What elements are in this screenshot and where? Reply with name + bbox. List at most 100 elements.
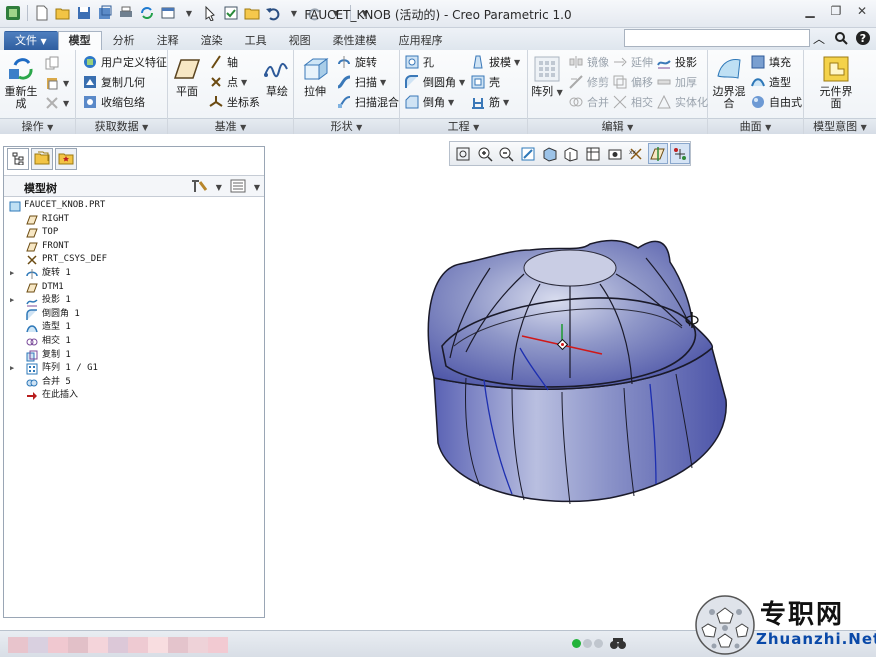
group-label-datum[interactable]: 基准 ▼ bbox=[168, 118, 293, 134]
tree-node-csys[interactable]: PRT_CSYS_DEF bbox=[6, 253, 262, 267]
boundary-blend-button[interactable]: 边界混合 bbox=[712, 54, 746, 110]
plane-button[interactable]: 平面 bbox=[170, 54, 204, 98]
saved-views-icon[interactable] bbox=[562, 143, 582, 164]
tree-node-style[interactable]: 造型 1 bbox=[6, 321, 262, 335]
tab-favorites[interactable] bbox=[55, 148, 77, 170]
group-label-model-intent[interactable]: 模型意图 ▼ bbox=[804, 118, 876, 134]
sketch-button[interactable]: 草绘 bbox=[260, 54, 294, 98]
merge-button[interactable]: 合并 bbox=[568, 93, 609, 111]
tree-columns-icon[interactable] bbox=[230, 178, 246, 197]
tree-node-dtm1[interactable]: DTM1 bbox=[6, 281, 262, 295]
tree-settings-dropdown-icon[interactable]: ▼ bbox=[216, 183, 222, 192]
restore-icon[interactable]: ❐ bbox=[828, 4, 844, 20]
search-input[interactable] bbox=[624, 29, 810, 47]
refit-icon[interactable] bbox=[453, 143, 473, 164]
expand-icon[interactable]: ▶ bbox=[10, 362, 18, 376]
pattern-button[interactable]: 阵列 ▼ bbox=[530, 54, 564, 99]
group-label-editing[interactable]: 编辑 ▼ bbox=[528, 118, 707, 134]
udf-button[interactable]: 用户定义特征 bbox=[82, 53, 167, 71]
group-label-get-data[interactable]: 获取数据 ▼ bbox=[76, 118, 167, 134]
swept-blend-button[interactable]: 扫描混合 bbox=[336, 93, 399, 111]
offset-button[interactable]: 偏移 bbox=[612, 73, 653, 91]
draft-button[interactable]: 拔模 ▼ bbox=[470, 53, 520, 71]
copy-geometry-button[interactable]: 复制几何 bbox=[82, 73, 145, 91]
perspective-icon[interactable] bbox=[605, 143, 625, 164]
regenerate-button[interactable]: 重新生成 bbox=[4, 54, 38, 110]
sweep-button[interactable]: 扫描 ▼ bbox=[336, 73, 386, 91]
tree-node-intersect[interactable]: 相交 1 bbox=[6, 335, 262, 349]
zoom-in-icon[interactable] bbox=[475, 143, 495, 164]
shrinkwrap-button[interactable]: 收缩包络 bbox=[82, 93, 145, 111]
rib-button[interactable]: 筋 ▼ bbox=[470, 93, 509, 111]
tab-model-tree[interactable] bbox=[7, 148, 29, 170]
csys-button[interactable]: 坐标系 bbox=[208, 93, 260, 111]
datum-display-icon[interactable]: xx bbox=[627, 143, 647, 164]
freestyle-button[interactable]: 自由式 bbox=[750, 93, 802, 111]
find-icon[interactable] bbox=[608, 636, 628, 652]
search-icon[interactable] bbox=[832, 29, 850, 47]
group-label-engineering[interactable]: 工程 ▼ bbox=[400, 118, 527, 134]
expand-icon[interactable]: ▶ bbox=[10, 267, 18, 281]
mirror-button[interactable]: 镜像 bbox=[568, 53, 609, 71]
group-label-operations[interactable]: 操作 ▼ bbox=[0, 118, 75, 134]
minimize-icon[interactable]: ▁ bbox=[802, 4, 818, 20]
tree-node-part[interactable]: FAUCET_KNOB.PRT bbox=[6, 199, 262, 213]
help-icon[interactable]: ? bbox=[854, 29, 872, 47]
delete-button[interactable]: ▼ bbox=[44, 94, 69, 112]
tree-node-front[interactable]: FRONT bbox=[6, 240, 262, 254]
extrude-button[interactable]: 拉伸 bbox=[298, 54, 332, 98]
solidify-button[interactable]: 实体化 bbox=[656, 93, 708, 111]
close-icon[interactable]: ✕ bbox=[854, 4, 870, 20]
project-button[interactable]: 投影 bbox=[656, 53, 697, 71]
round-button[interactable]: 倒圆角 ▼ bbox=[404, 73, 465, 91]
tree-columns-dropdown-icon[interactable]: ▼ bbox=[254, 183, 260, 192]
axis-button[interactable]: 轴 bbox=[208, 53, 238, 71]
style-button[interactable]: 造型 bbox=[750, 73, 791, 91]
delete-dropdown-icon[interactable]: ▼ bbox=[63, 99, 69, 108]
thicken-button[interactable]: 加厚 bbox=[656, 73, 697, 91]
tree-node-project[interactable]: ▶ 投影 1 bbox=[6, 294, 262, 308]
fill-button[interactable]: 填充 bbox=[750, 53, 791, 71]
tab-annotate[interactable]: 注释 bbox=[146, 31, 190, 50]
group-label-surfaces[interactable]: 曲面 ▼ bbox=[708, 118, 803, 134]
trim-button[interactable]: 修剪 bbox=[568, 73, 609, 91]
tree-node-merge[interactable]: 合并 5 bbox=[6, 376, 262, 390]
point-button[interactable]: 点 ▼ bbox=[208, 73, 247, 91]
repaint-icon[interactable] bbox=[518, 143, 538, 164]
tree-node-top[interactable]: TOP bbox=[6, 226, 262, 240]
component-interface-button[interactable]: 元件界面 bbox=[816, 54, 856, 110]
revolve-button[interactable]: 旋转 bbox=[336, 53, 377, 71]
tab-applications[interactable]: 应用程序 bbox=[388, 31, 454, 50]
tab-view[interactable]: 视图 bbox=[278, 31, 322, 50]
paste-button[interactable]: ▼ bbox=[44, 74, 69, 92]
tab-tools[interactable]: 工具 bbox=[234, 31, 278, 50]
faucet-knob-model[interactable] bbox=[420, 228, 732, 518]
tree-node-pattern[interactable]: ▶ 阵列 1 / G1 bbox=[6, 362, 262, 376]
display-style-icon[interactable] bbox=[540, 143, 560, 164]
tab-folder-browser[interactable] bbox=[31, 148, 53, 170]
chamfer-button[interactable]: 倒角 ▼ bbox=[404, 93, 454, 111]
tab-file[interactable]: 文件 ▼ bbox=[4, 31, 58, 50]
tree-node-right[interactable]: RIGHT bbox=[6, 213, 262, 227]
tree-node-revolve[interactable]: ▶ 旋转 1 bbox=[6, 267, 262, 281]
group-label-shapes[interactable]: 形状 ▼ bbox=[294, 118, 399, 134]
copy-button[interactable] bbox=[44, 54, 60, 72]
tree-node-copy[interactable]: 复制 1 bbox=[6, 349, 262, 363]
view-manager-icon[interactable] bbox=[583, 143, 603, 164]
tab-model[interactable]: 模型 bbox=[57, 31, 102, 50]
tab-render[interactable]: 渲染 bbox=[190, 31, 234, 50]
tree-settings-icon[interactable] bbox=[190, 178, 208, 197]
tab-flexible-modeling[interactable]: 柔性建模 bbox=[322, 31, 388, 50]
collapse-ribbon-icon[interactable]: ︿ bbox=[810, 29, 828, 47]
tree-node-round[interactable]: 倒圆角 1 bbox=[6, 308, 262, 322]
paste-dropdown-icon[interactable]: ▼ bbox=[63, 79, 69, 88]
datum-plane-display-icon[interactable] bbox=[648, 143, 669, 164]
intersect-button[interactable]: 相交 bbox=[612, 93, 653, 111]
expand-icon[interactable]: ▶ bbox=[10, 294, 18, 308]
tab-analysis[interactable]: 分析 bbox=[102, 31, 146, 50]
extend-button[interactable]: 延伸 bbox=[612, 53, 653, 71]
shell-button[interactable]: 壳 bbox=[470, 73, 500, 91]
zoom-out-icon[interactable] bbox=[496, 143, 516, 164]
csys-display-icon[interactable] bbox=[670, 143, 690, 164]
tree-node-insert-here[interactable]: 在此插入 bbox=[6, 389, 262, 403]
